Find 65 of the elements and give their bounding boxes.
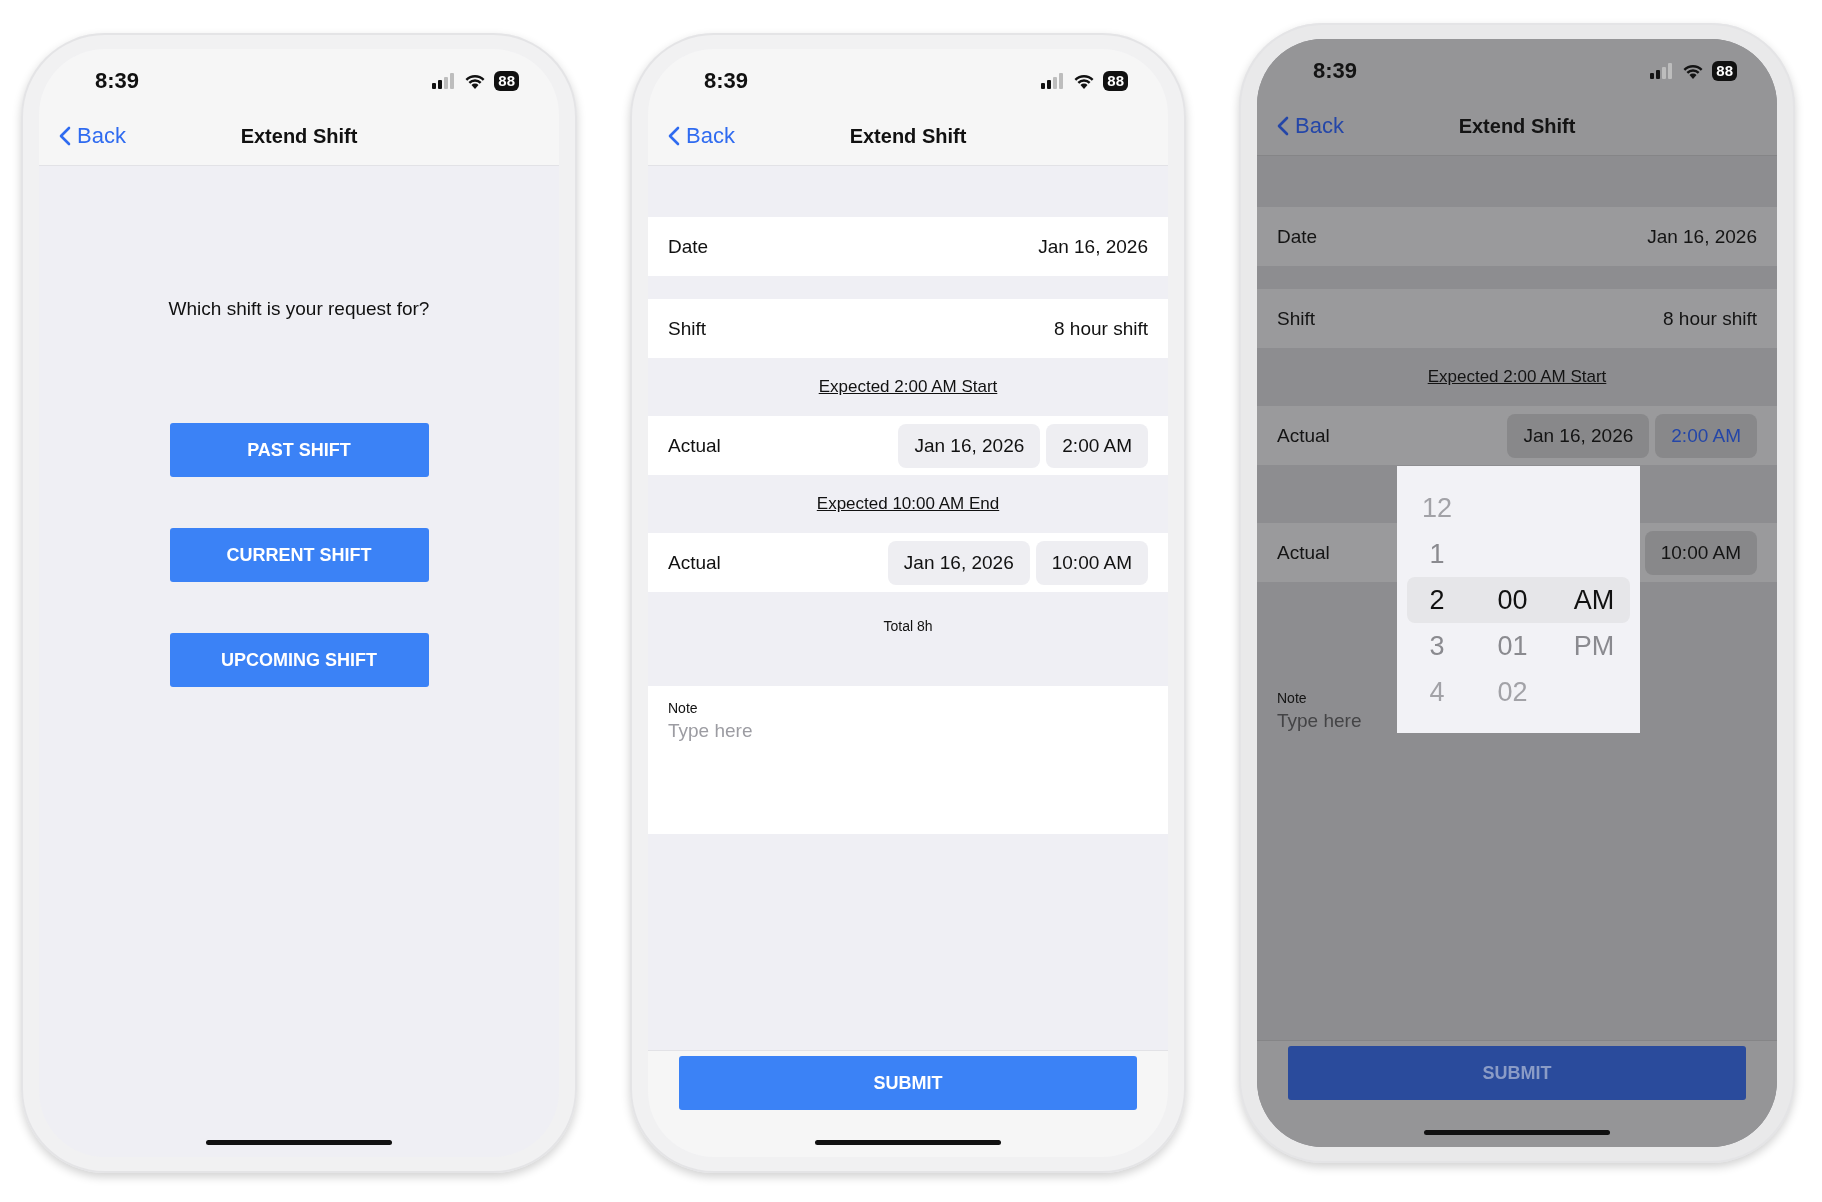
- screen-title: Extend Shift: [849, 124, 967, 148]
- field-value: 8 hour shift: [1054, 317, 1148, 340]
- date-picker-button[interactable]: Jan 16, 2026: [898, 423, 1041, 468]
- battery-indicator: 88: [1103, 71, 1128, 91]
- field-label: Date: [668, 235, 709, 258]
- time-picker-button[interactable]: 10:00 AM: [1035, 540, 1148, 585]
- total-hours-text: Total 8h: [883, 618, 933, 636]
- wifi-icon: [1682, 63, 1705, 79]
- status-time: 8:39: [1313, 58, 1358, 84]
- submit-button[interactable]: SUBMIT: [679, 1056, 1137, 1110]
- field-label: Shift: [668, 317, 707, 340]
- note-input[interactable]: Type here: [668, 720, 764, 742]
- back-link[interactable]: Back: [668, 123, 735, 149]
- note-input[interactable]: Type here: [1277, 710, 1373, 732]
- field-label: Actual: [1277, 541, 1330, 564]
- chevron-left-icon: [668, 126, 680, 146]
- shift-option-button[interactable]: CURRENT SHIFT: [169, 528, 429, 582]
- field-value: Jan 16, 2026: [1647, 225, 1757, 248]
- wifi-icon: [1073, 73, 1096, 89]
- picker-option[interactable]: 00: [1497, 577, 1528, 623]
- field-value: 8 hour shift: [1663, 307, 1757, 330]
- back-link[interactable]: Back: [59, 123, 126, 149]
- field-label: Date: [1277, 225, 1318, 248]
- picker-option[interactable]: 02: [1497, 669, 1528, 715]
- submit-button[interactable]: SUBMIT: [1288, 1046, 1746, 1100]
- field-label: Shift: [1277, 307, 1316, 330]
- picker-option[interactable]: PM: [1573, 623, 1615, 669]
- time-picker-menu[interactable]: 12 1 2 3 4 00 01 02 AM PM: [1397, 466, 1640, 733]
- chevron-left-icon: [1277, 116, 1289, 136]
- field-label: Actual: [668, 551, 721, 574]
- expected-time-heading: Expected 2:00 AM Start: [1427, 367, 1607, 387]
- shift-option-button[interactable]: PAST SHIFT: [169, 423, 429, 477]
- date-picker-button[interactable]: Jan 16, 2026: [1507, 413, 1650, 458]
- note-label: Note: [668, 700, 698, 716]
- signal-icon: [1650, 63, 1675, 79]
- picker-option[interactable]: 2: [1429, 577, 1445, 623]
- time-picker-button[interactable]: 2:00 AM: [1655, 413, 1757, 458]
- picker-option[interactable]: 4: [1429, 669, 1445, 715]
- time-picker-button[interactable]: 10:00 AM: [1644, 530, 1757, 575]
- status-time: 8:39: [704, 68, 749, 94]
- battery-indicator: 88: [494, 71, 519, 91]
- note-label: Note: [1277, 690, 1307, 706]
- signal-icon: [1041, 73, 1066, 89]
- question-text: Which shift is your request for?: [168, 298, 430, 320]
- status-time: 8:39: [95, 68, 140, 94]
- shift-option-button[interactable]: UPCOMING SHIFT: [169, 633, 429, 687]
- screen-title: Extend Shift: [1458, 114, 1576, 138]
- picker-option[interactable]: 3: [1429, 623, 1445, 669]
- battery-indicator: 88: [1712, 61, 1737, 81]
- screen-title: Extend Shift: [240, 124, 358, 148]
- picker-option[interactable]: AM: [1573, 577, 1615, 623]
- expected-time-heading: Expected 10:00 AM End: [816, 494, 1000, 514]
- chevron-left-icon: [59, 126, 71, 146]
- wifi-icon: [464, 73, 487, 89]
- expected-time-heading: Expected 2:00 AM Start: [818, 377, 998, 397]
- back-link[interactable]: Back: [1277, 113, 1344, 139]
- time-picker-button[interactable]: 2:00 AM: [1046, 423, 1148, 468]
- picker-option[interactable]: 01: [1497, 623, 1528, 669]
- picker-option[interactable]: 1: [1429, 531, 1445, 577]
- field-label: Actual: [1277, 424, 1330, 447]
- field-label: Actual: [668, 434, 721, 457]
- date-picker-button[interactable]: Jan 16, 2026: [887, 540, 1030, 585]
- field-value: Jan 16, 2026: [1038, 235, 1148, 258]
- signal-icon: [432, 73, 457, 89]
- picker-option[interactable]: 12: [1421, 485, 1452, 531]
